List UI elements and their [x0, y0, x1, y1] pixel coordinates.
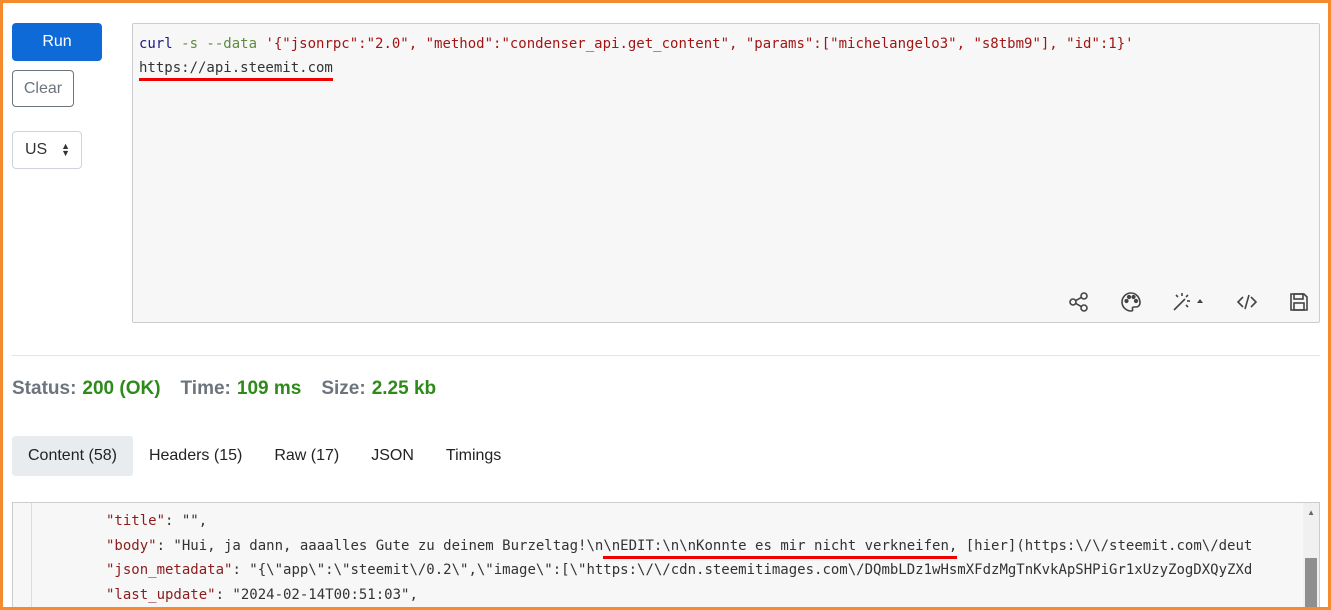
- response-status-bar: Status: 200 (OK) Time: 109 ms Size: 2.25 kb: [12, 378, 436, 400]
- status-label: Status:: [12, 378, 77, 399]
- json-line: "last_update": "2024-02-14T00:51:03",: [106, 586, 418, 603]
- code-flags: -s --data: [172, 36, 266, 52]
- select-arrows-icon: ▲ ▼: [61, 141, 70, 158]
- save-icon[interactable]: [1287, 290, 1311, 314]
- run-button[interactable]: Run: [12, 23, 102, 61]
- tab-raw[interactable]: Raw (17): [258, 436, 355, 476]
- scroll-up-icon[interactable]: ▲: [1307, 508, 1315, 517]
- clear-button[interactable]: Clear: [12, 70, 74, 107]
- tab-content[interactable]: Content (58): [12, 436, 133, 476]
- section-divider: [12, 355, 1320, 356]
- code-url: https://api.steemit.com: [139, 60, 333, 81]
- time-label: Time:: [180, 378, 231, 399]
- output-scrollbar[interactable]: ▲: [1303, 503, 1319, 609]
- time-group: Time: 109 ms: [181, 378, 302, 400]
- region-select-value: US: [25, 141, 48, 158]
- size-label: Size:: [321, 378, 366, 399]
- request-code[interactable]: curl -s --data '{"jsonrpc":"2.0", "metho…: [139, 32, 1134, 81]
- size-value: 2.25 kb: [371, 378, 437, 399]
- editor-toolbar: [1067, 290, 1311, 314]
- json-content[interactable]: "title": "", "body": "Hui, ja dann, aaaa…: [106, 509, 1252, 607]
- code-payload: '{"jsonrpc":"2.0", "method":"condenser_a…: [265, 36, 1134, 52]
- json-line: "title": "",: [106, 513, 208, 529]
- status-value: 200 (OK): [82, 378, 161, 399]
- share-icon[interactable]: [1067, 290, 1091, 314]
- region-select[interactable]: US ▲ ▼: [12, 131, 82, 169]
- time-value: 109 ms: [236, 378, 302, 399]
- highlighted-edit-text: \nEDIT:\n\nKonnte es mir nicht verkneife…: [603, 537, 958, 559]
- size-group: Size: 2.25 kb: [321, 378, 436, 400]
- response-output[interactable]: "title": "", "body": "Hui, ja dann, aaaa…: [12, 502, 1320, 610]
- palette-icon[interactable]: [1119, 290, 1143, 314]
- scroll-thumb[interactable]: [1305, 558, 1317, 609]
- magic-wand-icon[interactable]: [1171, 290, 1207, 314]
- code-command: curl: [139, 36, 173, 52]
- tab-json[interactable]: JSON: [355, 436, 430, 476]
- tab-timings[interactable]: Timings: [430, 436, 517, 476]
- response-tabs: Content (58) Headers (15) Raw (17) JSON …: [12, 436, 517, 476]
- json-line: "json_metadata": "{\"app\":\"steemit\/0.…: [106, 562, 1253, 578]
- request-editor[interactable]: curl -s --data '{"jsonrpc":"2.0", "metho…: [132, 23, 1320, 323]
- output-gutter: [13, 503, 32, 609]
- status-group: Status: 200 (OK): [12, 378, 161, 400]
- json-line: "body": "Hui, ja dann, aaaalles Gute zu …: [106, 537, 1252, 559]
- tab-headers[interactable]: Headers (15): [133, 436, 258, 476]
- code-icon[interactable]: [1235, 290, 1259, 314]
